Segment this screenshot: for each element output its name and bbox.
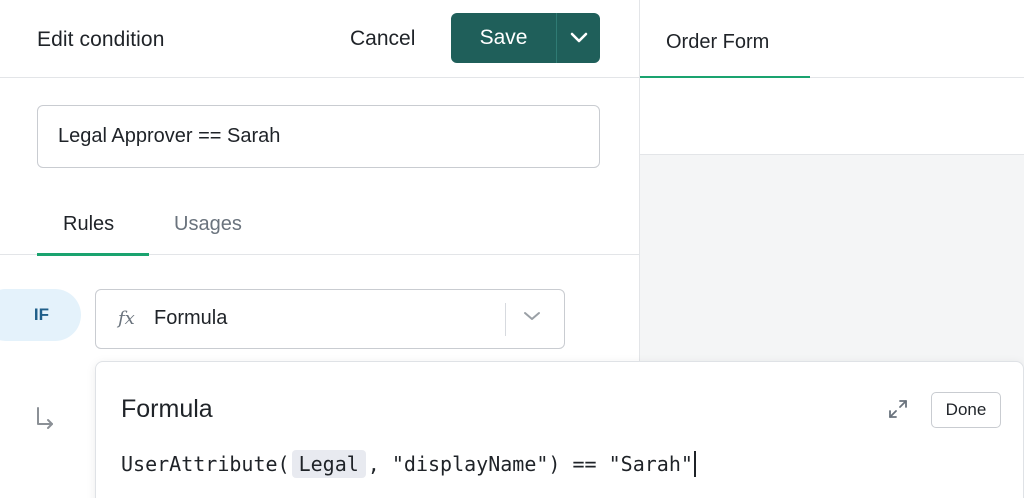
formula-title: Formula [121,395,213,423]
condition-type-value: Formula [154,307,228,329]
tab-order-form[interactable]: Order Form [640,0,810,79]
tab-rules[interactable]: Rules [37,198,149,256]
fx-icon: fx [118,308,135,329]
tab-usages[interactable]: Usages [174,198,242,255]
if-badge: IF [0,289,81,341]
formula-attribute-token[interactable]: Legal [291,450,366,478]
select-divider [505,303,506,336]
save-button-group: Save [451,13,600,63]
panel-header: Edit condition Cancel Save [0,0,639,78]
formula-function: UserAttribute( [121,452,290,476]
save-button[interactable]: Save [451,13,556,63]
cancel-button[interactable]: Cancel [338,17,427,61]
text-caret [693,451,696,477]
return-arrow-icon [37,407,53,429]
done-button[interactable]: Done [931,392,1001,428]
condition-name-input[interactable]: Legal Approver == Sarah [37,105,600,168]
formula-arguments: , "displayName") == "Sarah" [367,452,693,476]
expand-icon[interactable] [887,398,909,420]
chevron-down-icon [570,32,587,43]
formula-popover: Formula Done UserAttribute(Legal, "displ… [95,361,1024,498]
chevron-down-icon [524,312,540,320]
condition-type-select[interactable]: fx Formula [95,289,565,349]
panel-title: Edit condition [37,28,165,51]
save-options-button[interactable] [557,13,600,63]
preview-tab-bar: Order Form [640,0,1024,79]
preview-toolbar [640,78,1024,155]
formula-editor[interactable]: UserAttribute(Legal, "displayName") == "… [121,447,696,481]
tab-bar: Rules Usages [0,198,639,256]
